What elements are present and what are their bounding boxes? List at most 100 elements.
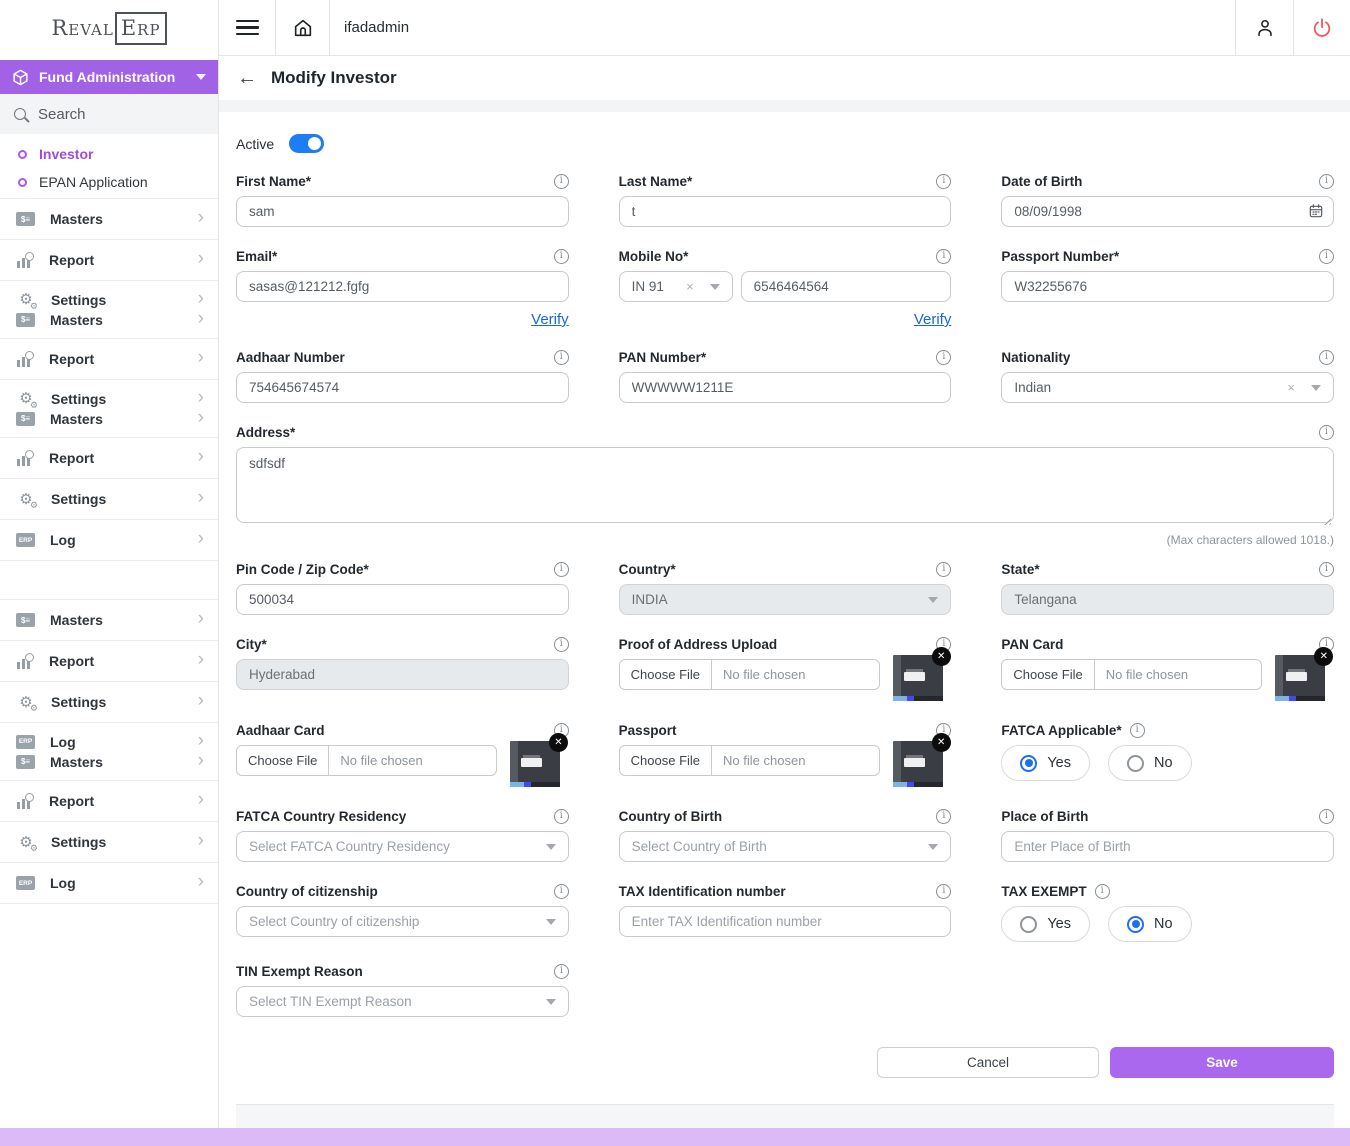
passport-file-input[interactable]: Choose File No file chosen bbox=[619, 745, 880, 776]
info-icon[interactable] bbox=[554, 884, 569, 899]
mobile-number-input[interactable] bbox=[741, 271, 952, 302]
settings-gears-icon bbox=[16, 491, 36, 507]
country-of-birth-select[interactable]: Select Country of Birth bbox=[619, 831, 952, 862]
info-icon[interactable] bbox=[554, 174, 569, 189]
sidebar-item-report[interactable]: Report bbox=[0, 438, 218, 479]
close-icon[interactable] bbox=[932, 647, 951, 666]
chevron-down-icon bbox=[928, 844, 938, 850]
tin-exempt-reason-select[interactable]: Select TIN Exempt Reason bbox=[236, 986, 569, 1017]
info-icon[interactable] bbox=[936, 350, 951, 365]
mobile-verify-link[interactable]: Verify bbox=[914, 311, 952, 328]
sidebar-item-report[interactable]: Report bbox=[0, 781, 218, 822]
email-verify-link[interactable]: Verify bbox=[531, 311, 569, 328]
bottom-purple-strip bbox=[0, 1128, 1350, 1146]
sidebar-item-masters[interactable]: Masters bbox=[0, 600, 218, 641]
pan-card-file-input[interactable]: Choose File No file chosen bbox=[1001, 659, 1262, 690]
back-arrow-icon[interactable] bbox=[237, 68, 257, 88]
place-of-birth-input[interactable] bbox=[1001, 831, 1334, 862]
profile-button[interactable] bbox=[1235, 0, 1293, 55]
search-input[interactable] bbox=[38, 106, 188, 123]
field-aadhaar-number: Aadhaar Number bbox=[236, 349, 569, 403]
info-icon[interactable] bbox=[554, 964, 569, 979]
last-name-input[interactable] bbox=[619, 196, 952, 227]
close-icon[interactable] bbox=[932, 733, 951, 752]
citizenship-select[interactable]: Select Country of citizenship bbox=[236, 906, 569, 937]
field-country: Country* INDIA bbox=[619, 561, 952, 615]
info-icon[interactable] bbox=[1319, 809, 1334, 824]
first-name-input[interactable] bbox=[236, 196, 569, 227]
active-toggle[interactable] bbox=[289, 134, 324, 153]
tax-exempt-no-radio[interactable]: No bbox=[1108, 906, 1192, 942]
report-icon bbox=[16, 794, 34, 809]
sidebar-item-report[interactable]: Report bbox=[0, 641, 218, 682]
email-input[interactable] bbox=[236, 271, 569, 302]
sidebar-item-masters[interactable]: Masters bbox=[0, 199, 218, 240]
field-address: Address* sdfsdf (Max characters allowed … bbox=[236, 424, 1334, 547]
info-icon[interactable] bbox=[936, 174, 951, 189]
country-code-select[interactable]: IN 91 bbox=[619, 271, 733, 302]
sidebar-item-log[interactable]: Log bbox=[0, 520, 218, 561]
cancel-button[interactable]: Cancel bbox=[877, 1047, 1099, 1078]
sidebar-item-report[interactable]: Report bbox=[0, 240, 218, 281]
sidebar-item-log-masters[interactable]: Log Masters bbox=[0, 723, 218, 781]
nationality-select[interactable]: Indian bbox=[1001, 372, 1334, 403]
passport-number-input[interactable] bbox=[1001, 271, 1334, 302]
info-icon[interactable] bbox=[1319, 249, 1334, 264]
info-icon[interactable] bbox=[936, 884, 951, 899]
info-icon[interactable] bbox=[554, 562, 569, 577]
sidebar-item-settings[interactable]: Settings bbox=[0, 682, 218, 723]
info-icon[interactable] bbox=[554, 809, 569, 824]
hamburger-menu-button[interactable] bbox=[219, 0, 276, 55]
info-icon[interactable] bbox=[554, 249, 569, 264]
sidebar-item-settings-masters[interactable]: Settings Masters bbox=[0, 281, 218, 339]
sidebar-item-settings[interactable]: Settings bbox=[0, 822, 218, 863]
pan-number-input[interactable] bbox=[619, 372, 952, 403]
fatca-no-radio[interactable]: No bbox=[1108, 745, 1192, 781]
logout-button[interactable] bbox=[1293, 0, 1350, 55]
report-icon bbox=[16, 654, 34, 669]
tax-exempt-yes-radio[interactable]: Yes bbox=[1001, 906, 1090, 942]
proof-of-address-thumbnail[interactable] bbox=[893, 655, 943, 701]
info-icon[interactable] bbox=[1095, 884, 1110, 899]
info-icon[interactable] bbox=[554, 637, 569, 652]
sidebar-item-investor[interactable]: Investor bbox=[0, 140, 218, 168]
person-icon bbox=[1254, 17, 1276, 39]
info-icon[interactable] bbox=[936, 562, 951, 577]
info-icon[interactable] bbox=[936, 809, 951, 824]
sidebar-item-log[interactable]: Log bbox=[0, 863, 218, 904]
app-logo[interactable]: RevalErp bbox=[0, 0, 218, 56]
sidebar-item-epan-application[interactable]: EPAN Application bbox=[0, 168, 218, 196]
chevron-down-icon bbox=[1311, 385, 1321, 391]
fatca-country-select[interactable]: Select FATCA Country Residency bbox=[236, 831, 569, 862]
info-icon[interactable] bbox=[1319, 425, 1334, 440]
clear-icon[interactable] bbox=[686, 279, 694, 294]
aadhaar-card-file-input[interactable]: Choose File No file chosen bbox=[236, 745, 497, 776]
pin-code-input[interactable] bbox=[236, 584, 569, 615]
aadhaar-number-input[interactable] bbox=[236, 372, 569, 403]
info-icon[interactable] bbox=[554, 350, 569, 365]
info-icon[interactable] bbox=[1319, 350, 1334, 365]
sidebar-item-report[interactable]: Report bbox=[0, 339, 218, 380]
aadhaar-card-thumbnail[interactable] bbox=[510, 741, 560, 787]
save-button[interactable]: Save bbox=[1110, 1047, 1334, 1078]
dob-input[interactable] bbox=[1001, 196, 1334, 227]
info-icon[interactable] bbox=[1319, 174, 1334, 189]
pan-card-thumbnail[interactable] bbox=[1275, 655, 1325, 701]
info-icon[interactable] bbox=[936, 249, 951, 264]
passport-thumbnail[interactable] bbox=[893, 741, 943, 787]
info-icon[interactable] bbox=[1319, 562, 1334, 577]
calendar-icon[interactable] bbox=[1308, 203, 1324, 219]
sidebar-item-settings[interactable]: Settings bbox=[0, 479, 218, 520]
clear-icon[interactable] bbox=[1287, 380, 1295, 395]
tin-input[interactable] bbox=[619, 906, 952, 937]
close-icon[interactable] bbox=[549, 733, 568, 752]
address-textarea[interactable]: sdfsdf bbox=[236, 447, 1334, 523]
fatca-yes-radio[interactable]: Yes bbox=[1001, 745, 1090, 781]
close-icon[interactable] bbox=[1314, 647, 1333, 666]
sidebar-item-settings-masters[interactable]: Settings Masters bbox=[0, 380, 218, 438]
module-switcher[interactable]: Fund Administration bbox=[0, 60, 218, 94]
proof-of-address-file-input[interactable]: Choose File No file chosen bbox=[619, 659, 880, 690]
info-icon[interactable] bbox=[1130, 723, 1145, 738]
sidebar-search[interactable] bbox=[0, 94, 218, 134]
home-button[interactable] bbox=[276, 0, 330, 55]
